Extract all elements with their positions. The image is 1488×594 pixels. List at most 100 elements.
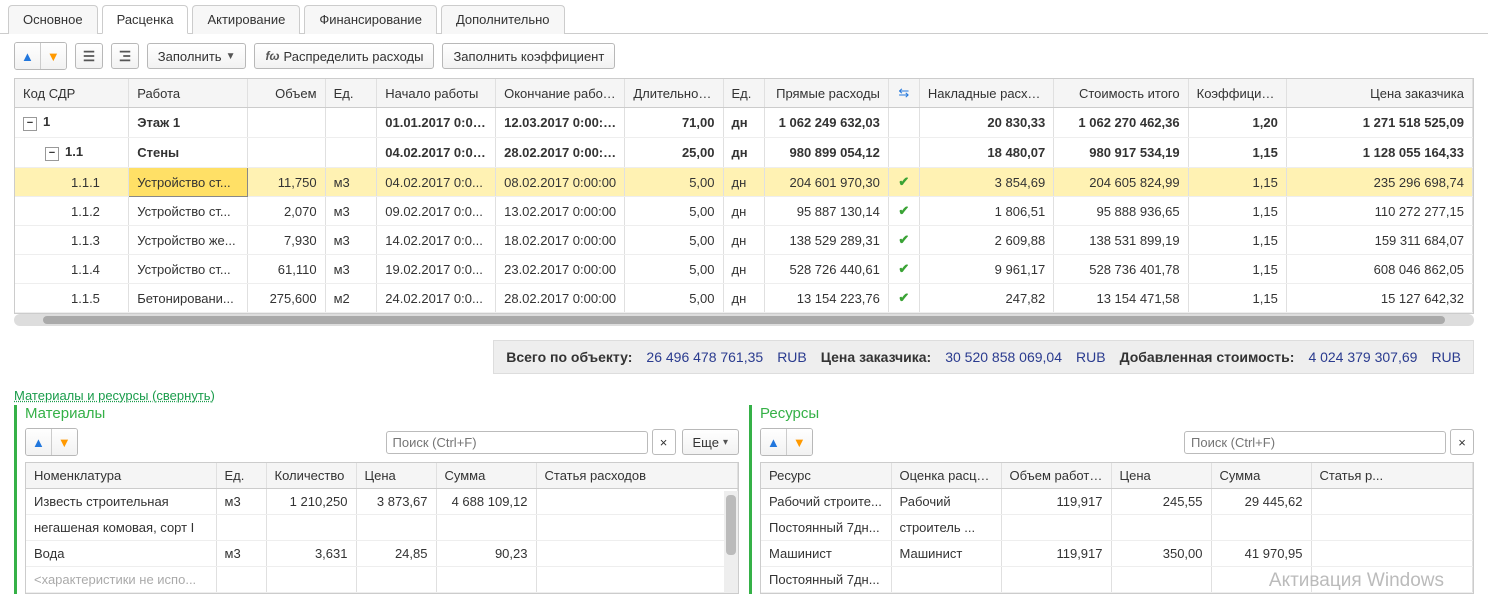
- col-dur-unit[interactable]: Ед.: [723, 79, 764, 108]
- cell-total[interactable]: 1 062 270 462,36: [1054, 108, 1188, 138]
- cell-volume[interactable]: 2,070: [248, 197, 326, 226]
- cell-direct[interactable]: 13 154 223,76: [764, 284, 888, 313]
- move-up-button[interactable]: ▲: [15, 43, 41, 69]
- res-eval[interactable]: Рабочий: [891, 489, 1001, 515]
- cell-direct[interactable]: 980 899 054,12: [764, 138, 888, 168]
- res-expense[interactable]: [1311, 489, 1473, 515]
- col-work[interactable]: Работа: [129, 79, 248, 108]
- cell-dur[interactable]: 25,00: [625, 138, 723, 168]
- mat-name-sub[interactable]: негашеная комовая, сорт I: [26, 515, 216, 541]
- cell-volume[interactable]: 61,110: [248, 255, 326, 284]
- col-customer-price[interactable]: Цена заказчика: [1286, 79, 1472, 108]
- cell-dur[interactable]: 5,00: [625, 197, 723, 226]
- tab-pricing[interactable]: Расценка: [102, 5, 189, 34]
- col-end[interactable]: Окончание работы: [496, 79, 625, 108]
- cell-wbs[interactable]: 1.1.2: [15, 197, 129, 226]
- materials-down-button[interactable]: ▼: [52, 429, 77, 455]
- list-item-sub[interactable]: Постоянный 7дн...: [761, 567, 1473, 593]
- res-name-sub[interactable]: Постоянный 7дн...: [761, 515, 891, 541]
- col-wbs[interactable]: Код СДР: [15, 79, 129, 108]
- mat-price[interactable]: 3 873,67: [356, 489, 436, 515]
- mat-name-sub[interactable]: <характеристики не испо...: [26, 567, 216, 593]
- col-total[interactable]: Стоимость итого: [1054, 79, 1188, 108]
- res-eval[interactable]: Машинист: [891, 541, 1001, 567]
- mat-col-expense[interactable]: Статья расходов: [536, 463, 738, 489]
- cell-unit[interactable]: [325, 138, 377, 168]
- cell-end[interactable]: 28.02.2017 0:00:00: [496, 284, 625, 313]
- cell-wbs[interactable]: 1.1.4: [15, 255, 129, 284]
- table-row[interactable]: 1.1.3Устройство же...7,930м314.02.2017 0…: [15, 226, 1473, 255]
- cell-durunit[interactable]: дн: [723, 197, 764, 226]
- cell-volume[interactable]: [248, 138, 326, 168]
- table-row[interactable]: 1.1.2Устройство ст...2,070м309.02.2017 0…: [15, 197, 1473, 226]
- tree-collapse-icon[interactable]: −: [45, 147, 59, 161]
- cell-wbs[interactable]: 1.1.3: [15, 226, 129, 255]
- resources-up-button[interactable]: ▲: [761, 429, 787, 455]
- cell-total[interactable]: 13 154 471,58: [1054, 284, 1188, 313]
- cell-direct[interactable]: 204 601 970,30: [764, 168, 888, 197]
- cell-start[interactable]: 19.02.2017 0:0...: [377, 255, 496, 284]
- res-price[interactable]: 350,00: [1111, 541, 1211, 567]
- fill-button[interactable]: Заполнить ▼: [147, 43, 247, 69]
- materials-search-input[interactable]: [386, 431, 648, 454]
- cell-unit[interactable]: м3: [325, 226, 377, 255]
- cell-chk[interactable]: ✔: [888, 226, 919, 255]
- res-sum[interactable]: 41 970,95: [1211, 541, 1311, 567]
- mat-col-sum[interactable]: Сумма: [436, 463, 536, 489]
- res-col-price[interactable]: Цена: [1111, 463, 1211, 489]
- res-name[interactable]: Машинист: [761, 541, 891, 567]
- cell-dur[interactable]: 71,00: [625, 108, 723, 138]
- res-hours[interactable]: 119,917: [1001, 541, 1111, 567]
- cell-volume[interactable]: [248, 108, 326, 138]
- cell-unit[interactable]: м2: [325, 284, 377, 313]
- res-expense[interactable]: [1311, 541, 1473, 567]
- cell-end[interactable]: 13.02.2017 0:00:00: [496, 197, 625, 226]
- cell-over[interactable]: 3 854,69: [919, 168, 1053, 197]
- cell-chk[interactable]: [888, 108, 919, 138]
- list-item[interactable]: Рабочий строите... Рабочий 119,917 245,5…: [761, 489, 1473, 515]
- res-col-eval[interactable]: Оценка расценки: [891, 463, 1001, 489]
- cell-end[interactable]: 08.02.2017 0:00:00: [496, 168, 625, 197]
- cell-over[interactable]: 20 830,33: [919, 108, 1053, 138]
- cell-end[interactable]: 12.03.2017 0:00:00: [496, 108, 625, 138]
- cell-chk[interactable]: ✔: [888, 168, 919, 197]
- cell-durunit[interactable]: дн: [723, 255, 764, 284]
- cell-start[interactable]: 01.01.2017 0:00...: [377, 108, 496, 138]
- cell-total[interactable]: 95 888 936,65: [1054, 197, 1188, 226]
- cell-direct[interactable]: 1 062 249 632,03: [764, 108, 888, 138]
- mat-expense[interactable]: [536, 489, 738, 515]
- mat-col-price[interactable]: Цена: [356, 463, 436, 489]
- materials-scrollbar[interactable]: [724, 491, 738, 593]
- cell-k[interactable]: 1,20: [1188, 108, 1286, 138]
- resources-down-button[interactable]: ▼: [787, 429, 812, 455]
- table-row[interactable]: 1.1.1Устройство ст...11,750м304.02.2017 …: [15, 168, 1473, 197]
- cell-price[interactable]: 608 046 862,05: [1286, 255, 1472, 284]
- cell-end[interactable]: 28.02.2017 0:00:00: [496, 138, 625, 168]
- cell-over[interactable]: 18 480,07: [919, 138, 1053, 168]
- cell-work[interactable]: Стены: [129, 138, 248, 168]
- cell-volume[interactable]: 7,930: [248, 226, 326, 255]
- cell-unit[interactable]: [325, 108, 377, 138]
- table-row[interactable]: 1.1.4Устройство ст...61,110м319.02.2017 …: [15, 255, 1473, 284]
- cell-wbs[interactable]: −1: [15, 108, 129, 138]
- horizontal-scrollbar[interactable]: [14, 314, 1474, 326]
- cell-work[interactable]: Этаж 1: [129, 108, 248, 138]
- cell-wbs[interactable]: −1.1: [15, 138, 129, 168]
- materials-more-button[interactable]: Еще ▾: [682, 429, 739, 455]
- cell-direct[interactable]: 138 529 289,31: [764, 226, 888, 255]
- col-start[interactable]: Начало работы: [377, 79, 496, 108]
- cell-chk[interactable]: [888, 138, 919, 168]
- res-name[interactable]: Рабочий строите...: [761, 489, 891, 515]
- cell-work[interactable]: Устройство ст...: [129, 255, 248, 284]
- cell-total[interactable]: 528 736 401,78: [1054, 255, 1188, 284]
- col-volume[interactable]: Объем: [248, 79, 326, 108]
- cell-start[interactable]: 09.02.2017 0:0...: [377, 197, 496, 226]
- table-row[interactable]: −1Этаж 1 01.01.2017 0:00...12.03.2017 0:0…: [15, 108, 1473, 138]
- cell-over[interactable]: 9 961,17: [919, 255, 1053, 284]
- cell-unit[interactable]: м3: [325, 197, 377, 226]
- cell-price[interactable]: 15 127 642,32: [1286, 284, 1472, 313]
- tab-financing[interactable]: Финансирование: [304, 5, 437, 34]
- cell-over[interactable]: 2 609,88: [919, 226, 1053, 255]
- cell-k[interactable]: 1,15: [1188, 284, 1286, 313]
- cell-direct[interactable]: 95 887 130,14: [764, 197, 888, 226]
